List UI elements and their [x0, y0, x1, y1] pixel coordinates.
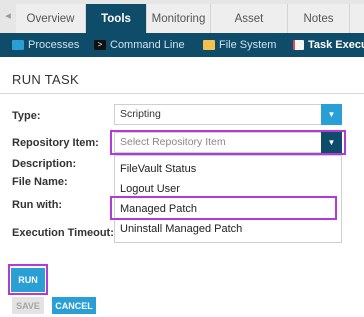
task-icon [293, 40, 304, 50]
subnav-file-system[interactable]: File System [203, 33, 276, 57]
type-label: Type: [12, 110, 41, 122]
description-label: Description: [12, 158, 77, 170]
dropdown-option-filevault-status[interactable]: FileVault Status [115, 159, 341, 179]
repository-item-placeholder: Select Repository Item [120, 136, 226, 148]
tab-tools[interactable]: Tools [86, 4, 147, 33]
folder-icon [203, 40, 215, 50]
subnav-command-line-label: Command Line [110, 39, 185, 51]
subnav-processes[interactable]: Processes [12, 33, 79, 57]
repository-item-select[interactable]: Select Repository Item ▼ [114, 132, 342, 153]
processes-icon [12, 40, 24, 50]
tab-monitoring[interactable]: Monitoring [147, 4, 211, 33]
managed-patch-highlight [110, 196, 337, 220]
subnav-file-system-label: File System [219, 39, 277, 51]
chevron-down-icon[interactable]: ▼ [321, 132, 342, 153]
tab-notes[interactable]: Notes [288, 4, 350, 33]
tools-subnav: Processes > Command Line File System Tas… [0, 33, 364, 57]
top-tab-bar: ◂ Overview Tools Monitoring Asset Notes [0, 0, 364, 33]
type-select[interactable]: Scripting ▼ [114, 104, 342, 125]
save-button[interactable]: SAVE [12, 297, 44, 314]
dropdown-option-uninstall-managed-patch[interactable]: Uninstall Managed Patch [115, 219, 341, 239]
chevron-down-icon[interactable]: ▼ [321, 104, 342, 125]
subnav-task-execution-label: Task Executio [308, 39, 364, 51]
run-with-label: Run with: [12, 199, 63, 211]
subnav-command-line[interactable]: > Command Line [94, 33, 185, 57]
type-select-value: Scripting [120, 108, 161, 120]
subnav-processes-label: Processes [28, 39, 80, 51]
cancel-button[interactable]: CANCEL [52, 297, 96, 314]
terminal-icon: > [94, 40, 106, 50]
page-title: RUN TASK [12, 72, 79, 87]
run-button[interactable]: RUN [11, 268, 45, 292]
subnav-task-execution[interactable]: Task Executio [293, 33, 364, 57]
tab-overflow [350, 4, 364, 33]
repository-item-label: Repository Item: [12, 137, 99, 149]
file-name-label: File Name: [12, 176, 68, 188]
title-divider [0, 93, 364, 94]
tab-scroll-left-icon[interactable]: ◂ [3, 7, 13, 25]
tab-asset[interactable]: Asset [211, 4, 288, 33]
execution-timeout-label: Execution Timeout: [12, 227, 114, 239]
tab-overview[interactable]: Overview [16, 4, 86, 33]
